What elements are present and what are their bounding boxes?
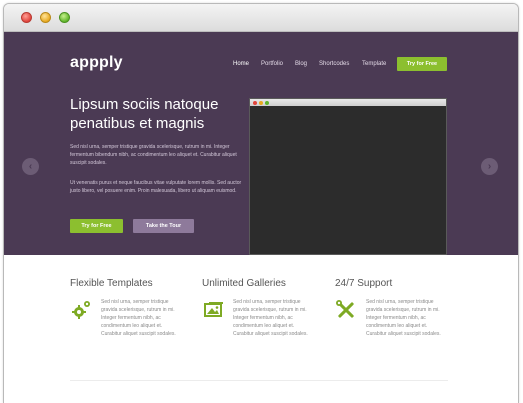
feature-title-galleries: Unlimited Galleries: [202, 278, 286, 289]
hero-headline: Lipsum sociis natoque penatibus et magni…: [70, 96, 219, 132]
nav-item-portfolio[interactable]: Portfolio: [261, 61, 283, 67]
nav-try-free-button[interactable]: Try for Free: [397, 57, 447, 71]
feature-text-support: Sed nisl urna, semper tristique gravida …: [366, 299, 441, 337]
slider-prev-arrow-icon[interactable]: ‹: [22, 158, 39, 175]
window-titlebar: [4, 4, 518, 32]
browser-window: appply Home Portfolio Blog Shortcodes Te…: [3, 3, 519, 403]
slider-next-arrow-icon[interactable]: ›: [481, 158, 498, 175]
preview-close-dot-icon: [253, 101, 257, 105]
feature-text-galleries: Sed nisl urna, semper tristique gravida …: [233, 299, 308, 337]
preview-maximize-dot-icon: [265, 101, 269, 105]
feature-title-templates: Flexible Templates: [70, 278, 153, 289]
feature-title-support: 24/7 Support: [335, 278, 393, 289]
nav-item-shortcodes[interactable]: Shortcodes: [319, 61, 349, 67]
nav-item-home[interactable]: Home: [233, 61, 249, 67]
try-free-button[interactable]: Try for Free: [70, 219, 123, 233]
preview-titlebar: [250, 99, 446, 106]
site-logo[interactable]: appply: [70, 54, 123, 72]
nav-item-blog[interactable]: Blog: [295, 61, 307, 67]
hero-paragraph-1: Sed nisl urna, semper tristique gravida …: [70, 144, 237, 166]
minimize-window-button[interactable]: [40, 12, 51, 23]
nav-item-template[interactable]: Template: [362, 61, 386, 67]
take-tour-button[interactable]: Take the Tour: [133, 219, 194, 233]
preview-minimize-dot-icon: [259, 101, 263, 105]
tools-icon: [336, 300, 354, 318]
hero-paragraph-2: Ut venenatis purus et neque faucibus vit…: [70, 180, 242, 194]
feature-text-templates: Sed nisl urna, semper tristique gravida …: [101, 299, 176, 337]
section-divider: [70, 380, 448, 381]
maximize-window-button[interactable]: [59, 12, 70, 23]
image-icon: [204, 302, 223, 317]
screenshot-preview: [249, 98, 447, 255]
hero-section: appply Home Portfolio Blog Shortcodes Te…: [4, 32, 518, 255]
close-window-button[interactable]: [21, 12, 32, 23]
gears-icon: [72, 301, 90, 319]
